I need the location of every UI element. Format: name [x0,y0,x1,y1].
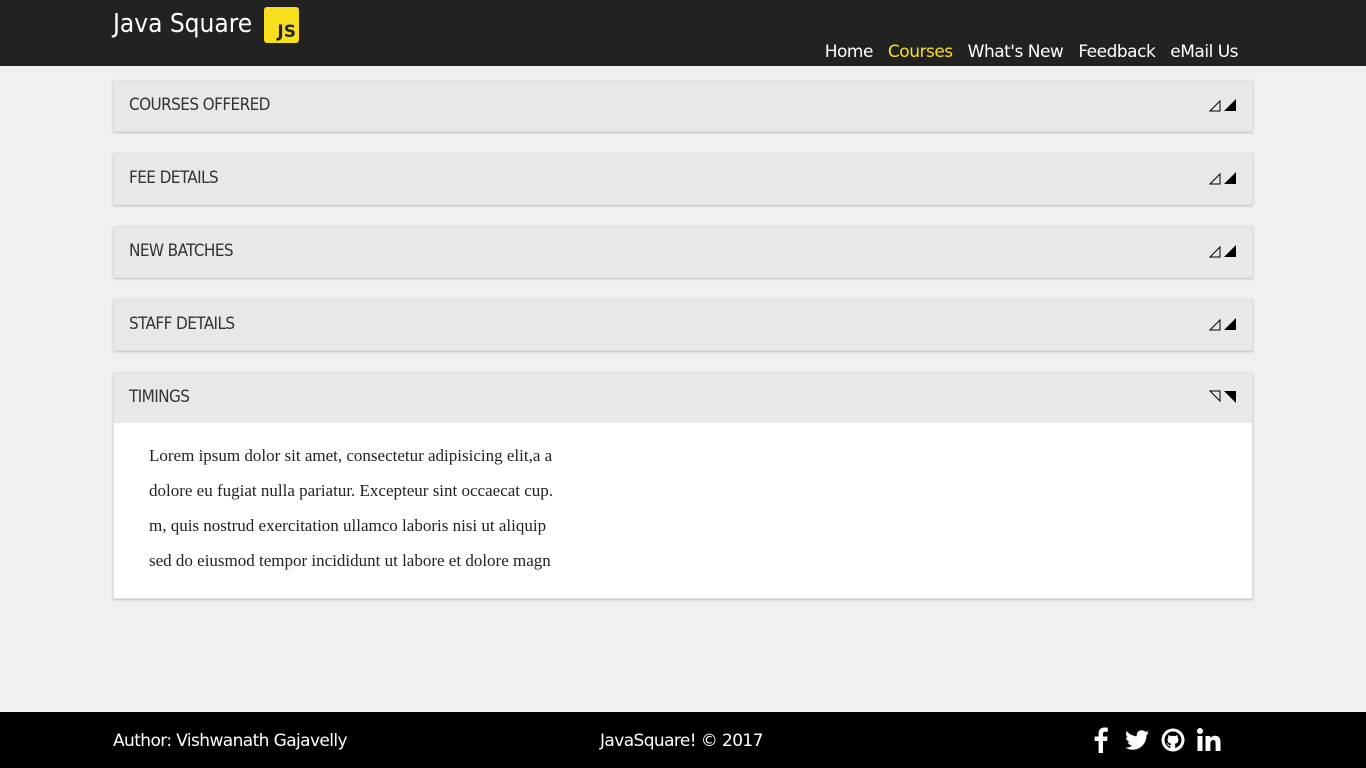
panel-header[interactable]: TIMINGS [114,373,1252,423]
panel-header[interactable]: NEW BATCHES [114,227,1252,277]
panel-title: FEE DETAILS [129,168,219,188]
panel-body: Lorem ipsum dolor sit amet, consectetur … [114,423,1252,598]
courses-accordion: COURSES OFFERED FEE DETAILS NEW BATCHES [113,80,1253,620]
js-logo-icon: JS [264,7,299,43]
panel-title: TIMINGS [129,387,190,407]
nav-email-us[interactable]: eMail Us [1170,40,1238,64]
body-text-line: sed do eiusmod tempor incididunt ut labo… [149,551,551,570]
expand-icon [1209,172,1236,185]
body-text-line: m, quis nostrud exercitation ullamco lab… [149,516,547,535]
nav-home[interactable]: Home [825,40,874,64]
collapse-icon [1209,390,1236,403]
panel-title: NEW BATCHES [129,241,234,261]
body-text-line: dolore eu fugiat nulla pariatur. Excepte… [149,481,554,500]
panel-title: COURSES OFFERED [129,95,270,115]
panel-courses-offered: COURSES OFFERED [113,80,1253,132]
linkedin-icon[interactable] [1196,726,1222,754]
twitter-icon[interactable] [1124,726,1150,754]
panel-header[interactable]: FEE DETAILS [114,154,1252,204]
body-text-line: Lorem ipsum dolor sit amet, consectetur … [149,446,553,465]
main-nav: Home Courses What's New Feedback eMail U… [825,40,1239,64]
panel-timings: TIMINGS Lorem ipsum dolor sit amet, cons… [113,372,1253,599]
facebook-icon[interactable] [1088,726,1114,754]
github-icon[interactable] [1160,726,1186,754]
site-header: Java Square JS Home Courses What's New F… [0,0,1366,66]
expand-icon [1209,318,1236,331]
site-brand[interactable]: Java Square [113,8,252,40]
expand-icon [1209,245,1236,258]
nav-whats-new[interactable]: What's New [968,40,1064,64]
logo-text: JS [277,22,296,42]
social-links [1088,726,1222,754]
panel-title: STAFF DETAILS [129,314,235,334]
nav-feedback[interactable]: Feedback [1078,40,1155,64]
panel-new-batches: NEW BATCHES [113,226,1253,278]
footer-author: Author: Vishwanath Gajavelly [113,731,348,751]
site-footer: Author: Vishwanath Gajavelly JavaSquare!… [0,712,1366,768]
footer-copyright: JavaSquare! © 2017 [600,731,763,751]
panel-header[interactable]: COURSES OFFERED [114,81,1252,131]
panel-fee-details: FEE DETAILS [113,153,1253,205]
nav-courses[interactable]: Courses [888,40,953,64]
expand-icon [1209,99,1236,112]
panel-header[interactable]: STAFF DETAILS [114,300,1252,350]
panel-staff-details: STAFF DETAILS [113,299,1253,351]
